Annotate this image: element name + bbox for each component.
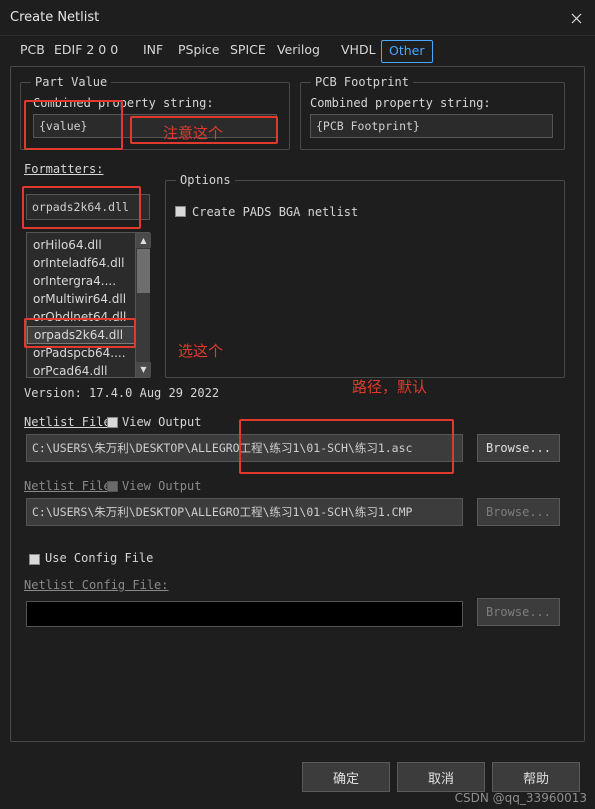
tab-bar: PCB EDIF 2 0 0 INF PSpice SPICE Verilog … — [0, 40, 595, 66]
version-text: Version: 17.4.0 Aug 29 2022 — [24, 386, 220, 400]
formatters-listbox[interactable]: orHilo64.dll orInteladf64.dll orIntergra… — [26, 232, 150, 378]
formatters-selected-input[interactable]: orpads2k64.dll — [26, 194, 150, 220]
title-bar: Create Netlist — [0, 0, 595, 36]
view-output-1-label: View Output — [122, 415, 202, 429]
netlist-file-2-input[interactable]: C:\USERS\朱万利\DESKTOP\ALLEGRO工程\练习1\01-SC… — [26, 498, 463, 526]
list-item[interactable]: orIntergra4.... — [27, 272, 149, 290]
annotation-choose-this: 选这个 — [178, 342, 224, 360]
browse-button-3: Browse... — [477, 598, 560, 626]
netlist-config-file-input[interactable] — [26, 601, 463, 627]
tab-pcb[interactable]: PCB — [14, 40, 51, 62]
netlist-file-2-label: Netlist File — [24, 479, 111, 493]
use-config-file-label: Use Config File — [45, 551, 154, 565]
tab-spice[interactable]: SPICE — [224, 40, 272, 62]
create-netlist-dialog: Create Netlist PCB EDIF 2 0 0 INF PSpice… — [0, 0, 595, 809]
part-value-field-label: Combined property string: — [33, 96, 214, 110]
list-item[interactable]: orInteladf64.dll — [27, 254, 149, 272]
netlist-file-1-label-text: Netlist File — [24, 415, 111, 429]
help-button[interactable]: 帮助 — [492, 762, 580, 792]
close-icon[interactable] — [563, 6, 589, 30]
scroll-up-arrow-icon[interactable]: ▲ — [136, 233, 151, 248]
list-item[interactable]: orObdlnet64.dll — [27, 308, 149, 326]
formatters-label-text: Formatters: — [24, 162, 104, 176]
view-output-2-checkbox — [107, 481, 118, 492]
part-value-input[interactable]: {value} — [33, 114, 277, 138]
pcb-footprint-group-title: PCB Footprint — [311, 75, 413, 89]
list-item[interactable]: orPadspcb64.... — [27, 344, 149, 362]
options-group-title: Options — [176, 173, 235, 187]
tab-inf[interactable]: INF — [137, 40, 169, 62]
tab-vhdl[interactable]: VHDL — [335, 40, 382, 62]
scroll-down-arrow-icon[interactable]: ▼ — [136, 362, 151, 377]
annotation-note-this: 注意这个 — [163, 124, 224, 142]
window-title: Create Netlist — [10, 10, 100, 25]
netlist-file-2-label-text: Netlist File — [24, 479, 111, 493]
scrollbar-thumb[interactable] — [137, 249, 150, 293]
browse-button-1[interactable]: Browse... — [477, 434, 560, 462]
list-item[interactable]: orPcad64.dll — [27, 362, 149, 377]
tab-edif200[interactable]: EDIF 2 0 0 — [48, 40, 124, 62]
tab-verilog[interactable]: Verilog — [271, 40, 326, 62]
browse-button-2: Browse... — [477, 498, 560, 526]
netlist-file-1-label: Netlist File — [24, 415, 111, 429]
netlist-file-1-input[interactable]: C:\USERS\朱万利\DESKTOP\ALLEGRO工程\练习1\01-SC… — [26, 434, 463, 462]
netlist-config-file-label-text: Netlist Config File: — [24, 578, 169, 592]
ok-button[interactable]: 确定 — [302, 762, 390, 792]
netlist-config-file-label: Netlist Config File: — [24, 578, 169, 592]
formatters-scrollbar[interactable]: ▲ ▼ — [135, 233, 151, 377]
create-pads-bga-label: Create PADS BGA netlist — [192, 205, 359, 219]
pcb-footprint-field-label: Combined property string: — [310, 96, 491, 110]
list-item[interactable]: orHilo64.dll — [27, 236, 149, 254]
use-config-file-checkbox[interactable] — [29, 554, 40, 565]
annotation-path-default: 路径，默认 — [352, 378, 428, 396]
create-pads-bga-checkbox[interactable] — [175, 206, 186, 217]
cancel-button[interactable]: 取消 — [397, 762, 485, 792]
part-value-group-title: Part Value — [31, 75, 112, 89]
tab-pspice[interactable]: PSpice — [172, 40, 225, 62]
list-item[interactable]: orMultiwir64.dll — [27, 290, 149, 308]
formatters-label: Formatters: — [24, 162, 103, 176]
watermark-text: CSDN @qq_33960013 — [454, 791, 587, 805]
list-item-selected[interactable]: orpads2k64.dll — [27, 326, 149, 344]
tab-other[interactable]: Other — [381, 40, 433, 63]
view-output-2-label: View Output — [122, 479, 202, 493]
view-output-1-checkbox[interactable] — [107, 417, 118, 428]
pcb-footprint-input[interactable]: {PCB Footprint} — [310, 114, 553, 138]
